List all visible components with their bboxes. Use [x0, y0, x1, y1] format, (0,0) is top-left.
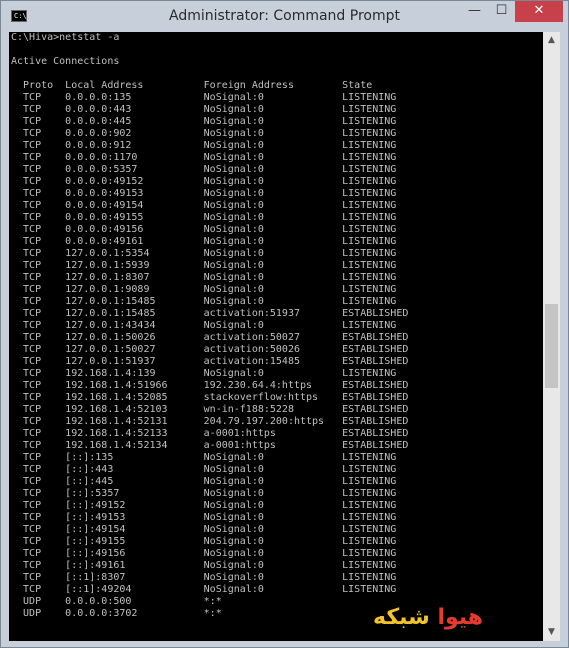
connection-row: TCP 127.0.0.1:9089 NoSignal:0 LISTENING: [11, 284, 397, 295]
connection-row: TCP 192.168.1.4:51966 192.230.64.4:https…: [11, 380, 409, 391]
connection-row: TCP 127.0.0.1:15485 NoSignal:0 LISTENING: [11, 296, 397, 307]
connection-row: TCP 192.168.1.4:52131 204.79.197.200:htt…: [11, 416, 409, 427]
connection-row: TCP [::]:49153 NoSignal:0 LISTENING: [11, 512, 397, 523]
connection-row: TCP 192.168.1.4:52134 a-0001:https ESTAB…: [11, 440, 409, 451]
connection-row: TCP [::]:445 NoSignal:0 LISTENING: [11, 476, 397, 487]
minimize-button[interactable]: —: [461, 1, 488, 22]
watermark-word-shabake: شبکه: [373, 605, 430, 630]
connection-row: TCP 0.0.0.0:49161 NoSignal:0 LISTENING: [11, 236, 397, 247]
connection-row: TCP 0.0.0.0:445 NoSignal:0 LISTENING: [11, 116, 397, 127]
connections-heading: Active Connections: [11, 56, 120, 67]
connection-row: TCP [::]:49161 NoSignal:0 LISTENING: [11, 560, 397, 571]
connection-row: TCP 127.0.0.1:50026 activation:50027 EST…: [11, 332, 409, 343]
console-output[interactable]: C:\Hiva>netstat -a Active Connections Pr…: [9, 32, 543, 641]
connection-row: TCP 0.0.0.0:49153 NoSignal:0 LISTENING: [11, 188, 397, 199]
connection-row: TCP 127.0.0.1:51937 activation:15485 EST…: [11, 356, 409, 367]
connection-row: TCP 0.0.0.0:1170 NoSignal:0 LISTENING: [11, 152, 397, 163]
command-prompt-window: C:\ Administrator: Command Prompt — ☐ ✕ …: [0, 0, 569, 648]
connection-row: TCP 127.0.0.1:43434 NoSignal:0 LISTENING: [11, 320, 397, 331]
connection-row: TCP [::]:49155 NoSignal:0 LISTENING: [11, 536, 397, 547]
maximize-button[interactable]: ☐: [488, 1, 515, 22]
connection-row: TCP 127.0.0.1:15485 activation:51937 EST…: [11, 308, 409, 319]
connection-row: TCP [::]:49152 NoSignal:0 LISTENING: [11, 500, 397, 511]
connection-row: TCP 0.0.0.0:443 NoSignal:0 LISTENING: [11, 104, 397, 115]
connection-row: TCP 0.0.0.0:5357 NoSignal:0 LISTENING: [11, 164, 397, 175]
connection-row: TCP [::1]:49204 NoSignal:0 LISTENING: [11, 584, 397, 595]
scroll-down-arrow-icon[interactable]: ▼: [543, 624, 560, 641]
close-button[interactable]: ✕: [515, 1, 563, 22]
connection-row: TCP 127.0.0.1:8307 NoSignal:0 LISTENING: [11, 272, 397, 283]
connection-row: TCP 0.0.0.0:902 NoSignal:0 LISTENING: [11, 128, 397, 139]
connection-row: TCP [::]:49156 NoSignal:0 LISTENING: [11, 548, 397, 559]
connection-row: TCP 127.0.0.1:50027 activation:50026 EST…: [11, 344, 409, 355]
scrollbar-thumb[interactable]: [545, 304, 558, 388]
connection-row: TCP 0.0.0.0:135 NoSignal:0 LISTENING: [11, 92, 397, 103]
connection-row: TCP [::1]:8307 NoSignal:0 LISTENING: [11, 572, 397, 583]
connection-row: TCP 0.0.0.0:49152 NoSignal:0 LISTENING: [11, 176, 397, 187]
scroll-up-arrow-icon[interactable]: ▲: [543, 32, 560, 49]
connection-row: TCP 127.0.0.1:5354 NoSignal:0 LISTENING: [11, 248, 397, 259]
connection-row: TCP [::]:443 NoSignal:0 LISTENING: [11, 464, 397, 475]
connection-row: TCP 0.0.0.0:912 NoSignal:0 LISTENING: [11, 140, 397, 151]
title-bar[interactable]: C:\ Administrator: Command Prompt — ☐ ✕: [1, 1, 568, 32]
connection-row: TCP 0.0.0.0:49156 NoSignal:0 LISTENING: [11, 224, 397, 235]
watermark-logo: هیوا شبکه: [373, 605, 483, 630]
watermark-word-hiva: هیوا: [437, 605, 484, 630]
connection-row: TCP [::]:5357 NoSignal:0 LISTENING: [11, 488, 397, 499]
connection-row: TCP 127.0.0.1:5939 NoSignal:0 LISTENING: [11, 260, 397, 271]
connection-row: TCP [::]:49154 NoSignal:0 LISTENING: [11, 524, 397, 535]
command-line: C:\Hiva>netstat -a: [11, 32, 120, 43]
connection-row: TCP 192.168.1.4:52085 stackoverflow:http…: [11, 392, 409, 403]
columns-header: Proto Local Address Foreign Address Stat…: [11, 80, 373, 91]
connection-row: TCP [::]:135 NoSignal:0 LISTENING: [11, 452, 397, 463]
connection-row: TCP 192.168.1.4:52133 a-0001:https ESTAB…: [11, 428, 409, 439]
connection-row: TCP 192.168.1.4:52103 wn-in-f188:5228 ES…: [11, 404, 409, 415]
console-text: C:\Hiva>netstat -a Active Connections Pr…: [9, 32, 543, 620]
connection-row: TCP 192.168.1.4:139 NoSignal:0 LISTENING: [11, 368, 397, 379]
connection-row: TCP 0.0.0.0:49155 NoSignal:0 LISTENING: [11, 212, 397, 223]
vertical-scrollbar[interactable]: ▲ ▼: [543, 32, 560, 641]
connection-row: TCP 0.0.0.0:49154 NoSignal:0 LISTENING: [11, 200, 397, 211]
